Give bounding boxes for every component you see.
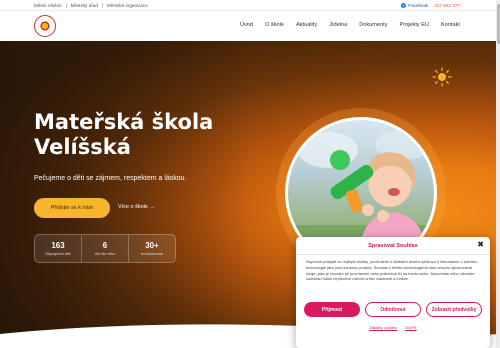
hero-title: Mateřská škola Velíšská [34, 110, 213, 160]
cookie-consent-dialog: Spravovat Souhlas ✖ Abychom poskytli co … [296, 237, 490, 348]
link-mestsky-urad[interactable]: Městský úřad [67, 3, 103, 8]
main-navbar: Úvod O škole Aktuality Jídelna Dokumenty… [0, 11, 500, 41]
nav-o-skole[interactable]: O škole [265, 22, 284, 28]
main-menu: Úvod O škole Aktuality Jídelna Dokumenty… [240, 22, 460, 28]
stat-value: 163 [51, 241, 65, 250]
nav-kontakt[interactable]: Kontakt [441, 22, 460, 28]
stats-box: 163 Zbývajících dětí 6 tříd dle věku 30+… [34, 234, 176, 263]
phone-link[interactable]: 317 842 377 [434, 3, 460, 8]
hero-shade [0, 41, 250, 348]
cookie-title: Spravovat Souhlas [368, 243, 418, 249]
stat-label: tříd dle věku [95, 252, 115, 256]
logo-emblem [38, 19, 52, 33]
more-about-school-link[interactable]: Více o škole → [118, 204, 155, 210]
stat-children: 163 Zbývajících dětí [35, 235, 82, 262]
cookie-policy-link[interactable]: Zásady cookies [369, 325, 397, 330]
hero-subtitle: Pečujeme o děti se zájmem, respektem a l… [34, 175, 187, 182]
cookie-divider [296, 254, 490, 255]
stat-value: 6 [102, 241, 108, 250]
cookie-footer-links: Zásady cookies GDPR [296, 325, 490, 330]
sun-icon [432, 67, 452, 87]
stat-years: 30+ let zkušeností [129, 235, 175, 262]
cookie-preferences-button[interactable]: Zobrazit předvolby [426, 302, 482, 317]
hero-title-line1: Mateřská škola [34, 110, 214, 134]
accept-cookies-button[interactable]: Přijmout [304, 302, 360, 317]
stat-label: Zbývajících dětí [45, 252, 71, 256]
nav-aktuality[interactable]: Aktuality [296, 22, 317, 28]
page-scrollbar[interactable] [496, 0, 500, 348]
facebook-icon: f [401, 2, 407, 8]
nav-dokumenty[interactable]: Dokumenty [359, 22, 387, 28]
school-logo[interactable] [34, 15, 56, 37]
facebook-link[interactable]: f Facebook [401, 2, 429, 8]
nav-projekty-eu[interactable]: Projekty EU [399, 22, 429, 28]
join-button[interactable]: Přidejte se k nám [34, 198, 110, 218]
link-mestske-organizace[interactable]: Městské organizace [103, 3, 152, 8]
cookie-text: Abychom poskytli co nejlepší služby, pou… [306, 259, 479, 282]
deny-cookies-button[interactable]: Odmítnout [365, 302, 421, 317]
link-mesto-vlasim[interactable]: Město Vlašim [34, 3, 67, 8]
facebook-label: Facebook [408, 2, 429, 8]
stat-label: let zkušeností [141, 252, 163, 256]
utility-links: Město Vlašim Městský úřad Městské organi… [34, 3, 152, 8]
stat-classes: 6 tříd dle věku [82, 235, 129, 262]
nav-uvod[interactable]: Úvod [240, 22, 253, 28]
utility-contact: f Facebook 317 842 377 [401, 2, 460, 8]
scrollbar-thumb[interactable] [496, 4, 500, 44]
top-utility-bar: Město Vlašim Městský úřad Městské organi… [0, 0, 500, 11]
gdpr-link[interactable]: GDPR [405, 325, 417, 330]
nav-jidelna[interactable]: Jídelna [329, 22, 347, 28]
cookie-actions: Přijmout Odmítnout Zobrazit předvolby [304, 302, 482, 317]
hero-title-line2: Velíšská [34, 135, 131, 159]
close-icon[interactable]: ✖ [477, 240, 484, 249]
stat-value: 30+ [145, 241, 159, 250]
